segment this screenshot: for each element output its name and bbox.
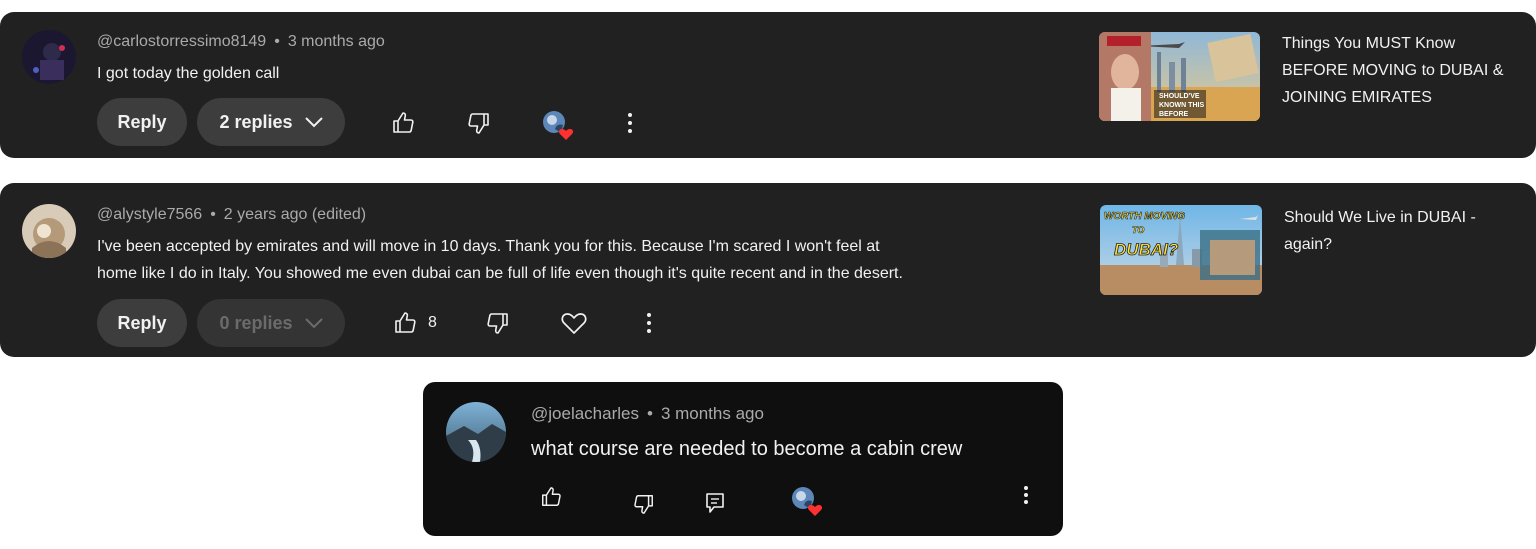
heart-icon[interactable]: [561, 311, 587, 340]
dislike-icon[interactable]: [467, 111, 491, 140]
avatar[interactable]: [22, 30, 76, 84]
video-thumbnail[interactable]: WORTH MOVING TO DUBAI?: [1100, 205, 1262, 295]
more-options-icon[interactable]: [639, 312, 659, 339]
like-icon[interactable]: [540, 486, 562, 513]
separator: •: [274, 33, 280, 50]
reply-label: Reply: [117, 312, 167, 333]
replies-button[interactable]: 2 replies: [197, 98, 345, 146]
timestamp[interactable]: 3 months ago: [661, 404, 764, 423]
video-thumbnail[interactable]: SHOULD'VE KNOWN THIS BEFORE: [1099, 32, 1260, 121]
username[interactable]: @carlostorressimo8149: [97, 33, 266, 50]
thumb-text: SHOULD'VE: [1159, 93, 1200, 100]
thumb-text: KNOWN THIS: [1159, 102, 1204, 109]
separator: •: [210, 206, 216, 223]
reply-button[interactable]: Reply: [97, 98, 187, 146]
thumb-text: DUBAI?: [1114, 240, 1179, 259]
comment-meta: @alystyle7566 • 2 years ago (edited): [97, 206, 366, 224]
avatar[interactable]: [446, 402, 506, 462]
reply-button[interactable]: Reply: [97, 299, 187, 347]
thumb-text: WORTH MOVING: [1104, 211, 1185, 222]
comment-card: @joelacharles • 3 months ago what course a…: [423, 382, 1063, 536]
comment-text: what course are needed to become a cabin…: [531, 438, 963, 460]
creator-heart-icon[interactable]: [543, 111, 575, 146]
comment-meta: @carlostorressimo8149 • 3 months ago: [97, 33, 385, 51]
reply-comment-icon[interactable]: [705, 492, 725, 519]
comment-text-line: I've been accepted by emirates and will …: [97, 238, 880, 255]
video-title[interactable]: Should We Live in DUBAI - again?: [1284, 204, 1514, 258]
thumb-text: TO: [1132, 225, 1144, 235]
like-icon[interactable]: [393, 311, 417, 340]
reply-label: Reply: [117, 111, 167, 132]
comment-meta: @joelacharles • 3 months ago: [531, 404, 764, 424]
more-options-icon[interactable]: [620, 112, 640, 139]
replies-label: 2 replies: [219, 111, 293, 132]
comment-text: I got today the golden call: [97, 65, 280, 82]
comment-card: @carlostorressimo8149 • 3 months ago I got…: [0, 12, 1536, 158]
chevron-down-icon: [304, 112, 323, 133]
replies-label: 0 replies: [219, 312, 293, 333]
timestamp[interactable]: 2 years ago (edited): [224, 206, 366, 223]
chevron-down-icon: [304, 313, 323, 334]
like-icon[interactable]: [391, 111, 415, 140]
video-title[interactable]: Things You MUST Know BEFORE MOVING to DU…: [1282, 30, 1522, 111]
dislike-icon[interactable]: [486, 311, 510, 340]
thumb-text: BEFORE: [1159, 111, 1189, 118]
separator: •: [646, 404, 653, 423]
replies-button: 0 replies: [197, 299, 345, 347]
username[interactable]: @alystyle7566: [97, 206, 202, 223]
creator-heart-icon[interactable]: [792, 487, 824, 522]
like-count: 8: [428, 314, 437, 331]
comment-text-line: home like I do in Italy. You showed me e…: [97, 265, 903, 282]
comment-card: @alystyle7566 • 2 years ago (edited) I've …: [0, 183, 1536, 357]
avatar[interactable]: [22, 204, 76, 258]
timestamp[interactable]: 3 months ago: [288, 33, 385, 50]
dislike-icon[interactable]: [633, 493, 655, 520]
username[interactable]: @joelacharles: [531, 404, 639, 423]
more-options-icon[interactable]: [1016, 485, 1036, 512]
